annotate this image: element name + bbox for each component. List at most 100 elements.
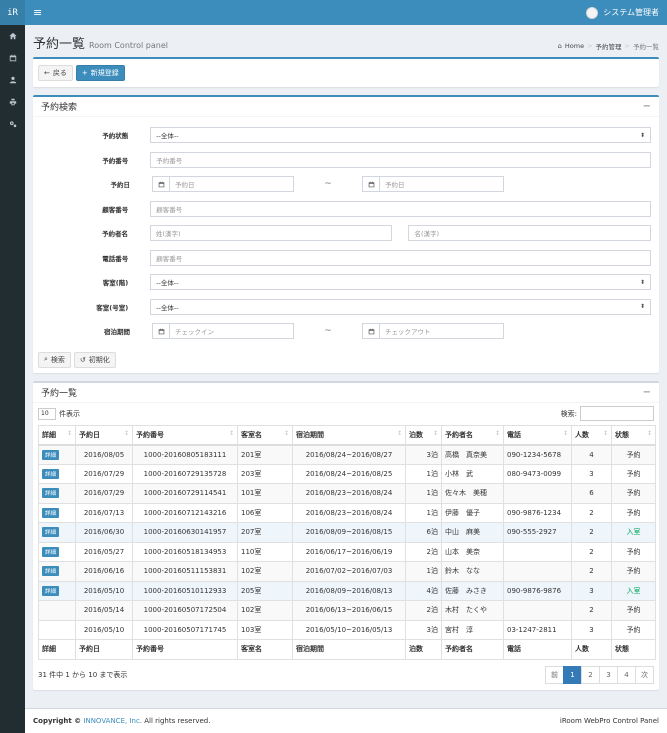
user-icon[interactable] bbox=[0, 69, 25, 91]
footer: Copyright © INNOVANCE, Inc. All rights r… bbox=[25, 708, 667, 733]
table-row[interactable]: 2016/05/14 1000-20160507172504 102室 2016/06… bbox=[38, 600, 656, 621]
detail-button[interactable]: 詳細 bbox=[42, 488, 60, 499]
column-footer: 予約日 bbox=[75, 639, 133, 660]
nights-cell: 1泊 bbox=[405, 561, 442, 582]
period-cell: 2016/06/17~2016/06/19 bbox=[292, 541, 406, 562]
detail-button[interactable]: 詳細 bbox=[42, 585, 60, 596]
back-button-label: 戻る bbox=[52, 69, 67, 77]
table-row[interactable]: 詳細 2016/05/27 1000-20160518134953 110室 2016/… bbox=[38, 541, 656, 562]
page-length-select[interactable]: 10 bbox=[38, 407, 56, 420]
breadcrumb-separator: > bbox=[587, 42, 593, 50]
reserve-date-cell: 2016/06/30 bbox=[75, 522, 133, 543]
column-header-label: 状態 bbox=[615, 430, 629, 439]
phone-cell: 090-9876-9876 bbox=[503, 580, 572, 601]
checkout-input[interactable]: チェックアウト bbox=[379, 323, 504, 340]
company-link[interactable]: INNOVANCE, Inc. bbox=[83, 717, 142, 725]
reserve-number-cell: 1000-20160729135728 bbox=[132, 463, 238, 484]
search-button[interactable]: ⌕ 検索 bbox=[38, 351, 71, 368]
column-footer: 詳細 bbox=[38, 639, 76, 660]
first-name-input[interactable]: 名(漢字) bbox=[408, 225, 651, 242]
column-header[interactable]: 詳細 ↕ bbox=[38, 424, 76, 446]
column-header[interactable]: 予約日 ↕ bbox=[75, 424, 133, 446]
period-cell: 2016/05/10~2016/05/13 bbox=[292, 619, 406, 640]
table-row[interactable]: 詳細 2016/08/05 1000-20160805183111 201室 2016/… bbox=[38, 444, 656, 465]
table-row[interactable]: 詳細 2016/06/16 1000-20160511153831 102室 2016/… bbox=[38, 561, 656, 582]
detail-button[interactable]: 詳細 bbox=[42, 546, 60, 557]
detail-button[interactable]: 詳細 bbox=[42, 449, 60, 460]
sort-icon: ↕ bbox=[283, 429, 289, 437]
date-to-input[interactable]: 予約日 bbox=[379, 176, 504, 193]
customer-input[interactable]: 顧客番号 bbox=[150, 200, 651, 217]
room-label: 客室(号室) bbox=[96, 303, 129, 312]
pagination-page[interactable]: 4 bbox=[617, 665, 636, 684]
pagination-prev[interactable]: 前 bbox=[545, 665, 564, 684]
page-title: 予約一覧 Room Control panel bbox=[33, 33, 168, 52]
breadcrumb-home[interactable]: Home bbox=[565, 42, 584, 50]
reserve-date-cell: 2016/05/10 bbox=[75, 580, 133, 601]
period-cell: 2016/08/24~2016/08/25 bbox=[292, 463, 406, 484]
column-header[interactable]: 予約番号 ↕ bbox=[132, 424, 238, 446]
chevron-down-icon: ⬍ bbox=[639, 303, 645, 311]
guest-name-cell: 佐々木 美穂 bbox=[441, 483, 504, 504]
guest-name-cell: 高橋 真奈美 bbox=[441, 444, 504, 465]
gears-icon[interactable] bbox=[0, 113, 25, 135]
list-box: 予約一覧 − 10 件表示 検索: 詳細 ↕ 予約日 ↕ 予約番号 ↕ 客室名 ↕ 宿泊期間 ↕ 泊… bbox=[33, 380, 659, 690]
table-search: 検索: bbox=[561, 406, 654, 421]
search-box: 予約検索 − 予約状態 --全体-- ⬍ 予約番号 予約番号 予約日 予約日 ~ bbox=[33, 95, 659, 373]
print-icon[interactable] bbox=[0, 91, 25, 113]
column-header[interactable]: 状態 ↕ bbox=[611, 424, 656, 446]
reserve-number-cell: 1000-20160507171745 bbox=[132, 619, 238, 640]
room-select[interactable]: --全体-- ⬍ bbox=[150, 298, 651, 315]
collapse-icon[interactable]: − bbox=[643, 101, 651, 112]
logo[interactable]: iR bbox=[0, 0, 25, 25]
name-label: 予約者名 bbox=[101, 230, 128, 239]
rights-text: All rights reserved. bbox=[144, 717, 211, 725]
back-button[interactable]: ← 戻る bbox=[38, 65, 73, 81]
calendar-icon[interactable] bbox=[0, 47, 25, 69]
guest-name-cell: 山本 美奈 bbox=[441, 541, 504, 562]
pagination-page[interactable]: 2 bbox=[581, 665, 600, 684]
column-header[interactable]: 客室名 ↕ bbox=[237, 424, 293, 446]
sort-icon: ↕ bbox=[432, 429, 438, 437]
table-row[interactable]: 詳細 2016/05/10 1000-20160510112933 205室 2016/… bbox=[38, 580, 656, 601]
detail-cell: 詳細 bbox=[38, 522, 76, 543]
column-header-label: 客室名 bbox=[241, 430, 262, 439]
collapse-icon[interactable]: − bbox=[643, 387, 651, 398]
table-row[interactable]: 2016/05/10 1000-20160507171745 103室 2016/05… bbox=[38, 619, 656, 640]
column-header[interactable]: 人数 ↕ bbox=[571, 424, 612, 446]
table-row[interactable]: 詳細 2016/07/29 1000-20160729135728 203室 2016/… bbox=[38, 463, 656, 484]
column-header[interactable]: 泊数 ↕ bbox=[405, 424, 442, 446]
home-icon[interactable] bbox=[0, 25, 25, 47]
date-from-input[interactable]: 予約日 bbox=[169, 176, 294, 193]
pagination-next[interactable]: 次 bbox=[635, 665, 654, 684]
user-menu[interactable]: システム管理者 bbox=[586, 6, 659, 19]
status-select[interactable]: --全体-- ⬍ bbox=[150, 127, 651, 144]
reserve-number-cell: 1000-20160507172504 bbox=[132, 600, 238, 621]
phone-input[interactable]: 顧客番号 bbox=[150, 249, 651, 266]
table-row[interactable]: 詳細 2016/07/13 1000-20160712143216 106室 2016/… bbox=[38, 502, 656, 523]
table-row[interactable]: 詳細 2016/06/30 1000-20160630141957 207室 2016/… bbox=[38, 522, 656, 543]
column-header[interactable]: 予約者名 ↕ bbox=[441, 424, 504, 446]
table-row[interactable]: 詳細 2016/07/29 1000-20160729114541 101室 2016/… bbox=[38, 483, 656, 504]
sort-icon: ↕ bbox=[66, 429, 72, 437]
reserve-number-cell: 1000-20160518134953 bbox=[132, 541, 238, 562]
number-input[interactable]: 予約番号 bbox=[150, 151, 651, 168]
menu-toggle-icon[interactable]: ≡ bbox=[33, 6, 42, 19]
floor-select[interactable]: --全体-- ⬍ bbox=[150, 274, 651, 291]
detail-button[interactable]: 詳細 bbox=[42, 527, 60, 538]
detail-button[interactable]: 詳細 bbox=[42, 507, 60, 518]
reset-button[interactable]: ↺ 初期化 bbox=[73, 351, 116, 368]
pagination-page[interactable]: 1 bbox=[563, 665, 582, 684]
column-header[interactable]: 電話 ↕ bbox=[503, 424, 572, 446]
column-header[interactable]: 宿泊期間 ↕ bbox=[292, 424, 406, 446]
last-name-input[interactable]: 姓(漢字) bbox=[149, 225, 393, 242]
breadcrumb-reservation[interactable]: 予約管理 bbox=[596, 41, 622, 51]
detail-button[interactable]: 詳細 bbox=[42, 566, 60, 577]
new-button[interactable]: + 新規登録 bbox=[75, 65, 125, 81]
checkin-input[interactable]: チェックイン bbox=[169, 323, 294, 340]
detail-button[interactable]: 詳細 bbox=[42, 468, 60, 479]
table-search-input[interactable] bbox=[580, 406, 654, 421]
sort-icon: ↕ bbox=[396, 429, 402, 437]
column-header-label: 予約者名 bbox=[445, 430, 473, 439]
pagination-page[interactable]: 3 bbox=[599, 665, 618, 684]
